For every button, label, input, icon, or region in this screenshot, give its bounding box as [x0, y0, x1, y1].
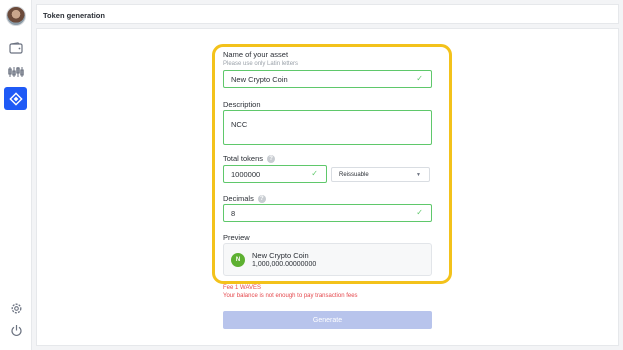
page-title: Token generation [36, 4, 619, 24]
preview-label: Preview [223, 233, 250, 242]
wallet-icon[interactable] [6, 38, 26, 58]
decimals-input[interactable]: 8 ✓ [223, 204, 432, 222]
balance-warning: Your balance is not enough to pay transa… [223, 293, 358, 299]
asset-name-value: New Crypto Coin [231, 74, 288, 84]
reissue-select-value: Reissuable [339, 171, 369, 178]
main-area: Token generation Name of your asset Plea… [32, 0, 623, 350]
check-icon: ✓ [416, 208, 423, 217]
reissue-select[interactable]: Reissuable ▼ [331, 167, 430, 182]
decimals-label: Decimals? [223, 194, 266, 204]
token-preview-card: N New Crypto Coin 1,000,000.00000000 [223, 243, 432, 276]
preview-token-amount: 1,000,000.00000000 [252, 261, 317, 268]
help-icon[interactable]: ? [257, 195, 266, 204]
sidebar [0, 0, 32, 350]
decimals-label-text: Decimals [223, 194, 254, 203]
settings-icon[interactable] [6, 298, 26, 318]
help-icon[interactable]: ? [267, 155, 276, 164]
asset-name-input[interactable]: New Crypto Coin ✓ [223, 70, 432, 88]
asset-name-hint: Please use only Latin letters [223, 61, 299, 67]
preview-token-name: New Crypto Coin [252, 251, 309, 260]
check-icon: ✓ [416, 74, 423, 83]
exchange-icon[interactable] [6, 62, 26, 82]
avatar[interactable] [6, 6, 26, 26]
description-value: NCC [231, 120, 248, 129]
check-icon: ✓ [311, 169, 318, 178]
description-label: Description [223, 100, 261, 109]
description-textarea[interactable]: NCC [223, 110, 432, 145]
token-icon[interactable] [4, 87, 27, 110]
decimals-value: 8 [231, 208, 236, 218]
chevron-down-icon: ▼ [416, 171, 421, 178]
total-tokens-label: Total tokens? [223, 154, 276, 164]
total-tokens-label-text: Total tokens [223, 154, 264, 163]
fee-text: Fee 1 WAVES [223, 285, 262, 291]
total-tokens-value: 1000000 [231, 169, 261, 179]
asset-name-label: Name of your asset [223, 50, 289, 59]
token-form-panel: Name of your asset Please use only Latin… [36, 28, 619, 346]
generate-button[interactable]: Generate [223, 311, 432, 329]
token-badge-icon: N [231, 253, 245, 267]
logout-icon[interactable] [6, 320, 26, 340]
total-tokens-input[interactable]: 1000000 ✓ [223, 165, 327, 183]
